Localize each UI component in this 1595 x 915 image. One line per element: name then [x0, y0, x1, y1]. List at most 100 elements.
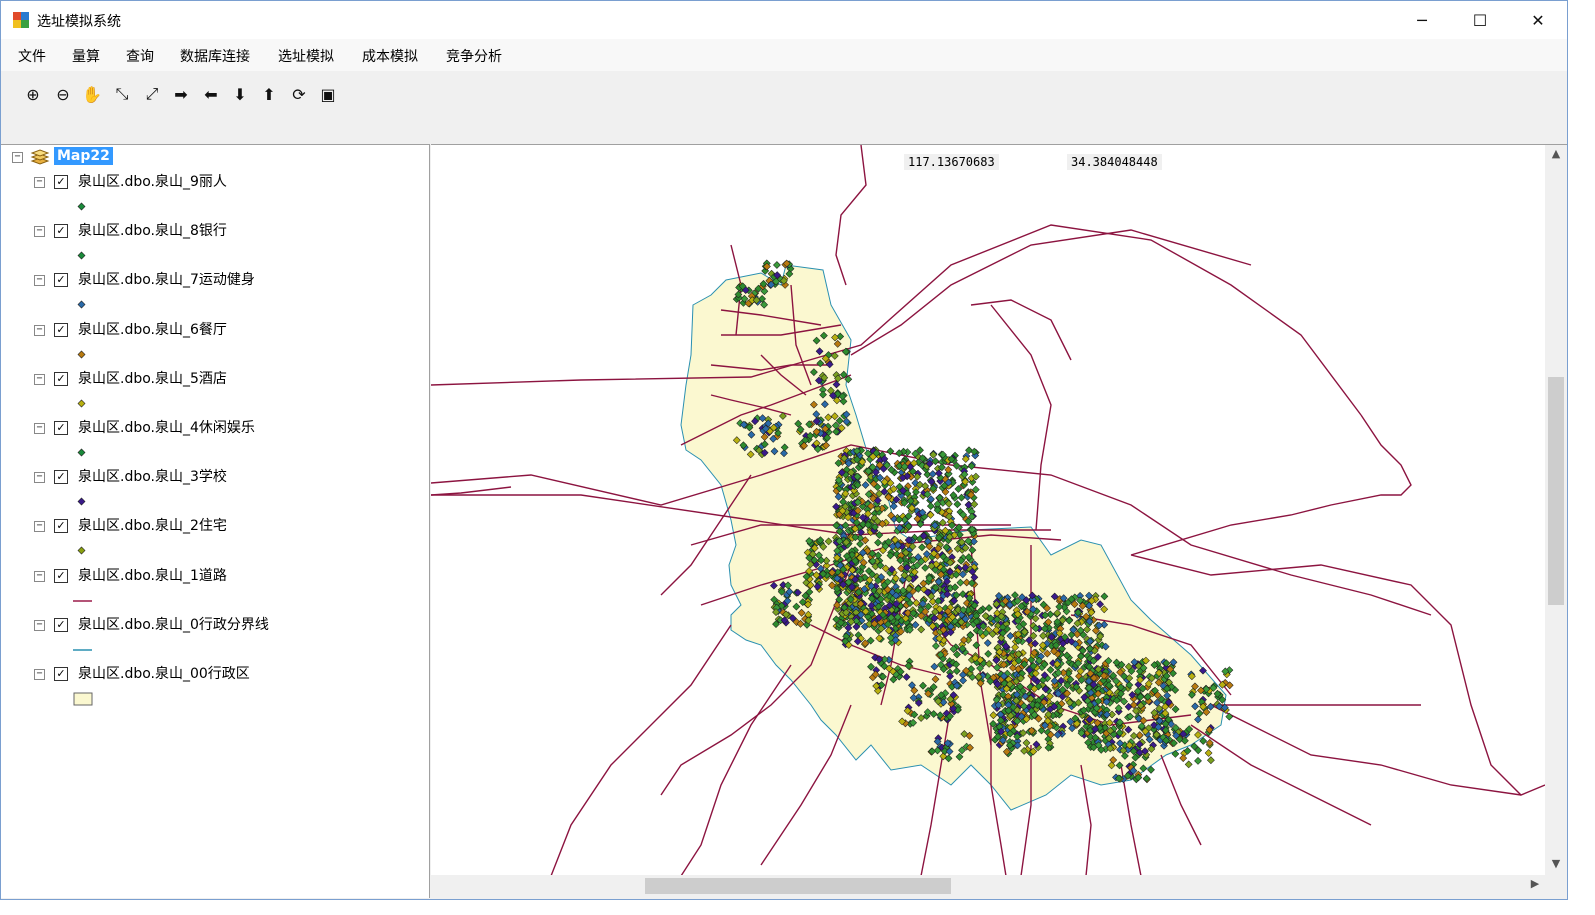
menu-measure[interactable]: 量算: [72, 46, 100, 66]
maximize-icon: ☐: [1472, 10, 1488, 30]
layer-collapse-toggle[interactable]: −: [34, 669, 45, 680]
layer-collapse-toggle[interactable]: −: [34, 275, 45, 287]
map-canvas[interactable]: [431, 145, 1545, 876]
fixed-zoom-out-button[interactable]: ⤢: [141, 83, 163, 105]
layer-symbol-swatch: [77, 448, 86, 457]
poi-marker: [1179, 754, 1188, 762]
pan-left-button[interactable]: ⬅: [200, 83, 222, 105]
layer-visibility-checkbox[interactable]: ✓: [54, 568, 68, 583]
layer-visibility-checkbox[interactable]: ✓: [54, 667, 68, 681]
poi-marker: [889, 502, 898, 511]
pan-right-button[interactable]: ➡: [170, 83, 192, 105]
layer-symbol-swatch: [77, 350, 86, 359]
zoom-out-icon: ⊖: [56, 84, 70, 104]
pan-right-icon: ➡: [174, 84, 188, 104]
minimize-button[interactable]: ─: [1393, 1, 1451, 39]
horizontal-scroll-thumb[interactable]: [645, 878, 951, 894]
layer-label[interactable]: 泉山区.dbo.泉山_7运动健身: [78, 269, 255, 289]
layer-label[interactable]: 泉山区.dbo.泉山_5酒店: [78, 368, 227, 388]
layer-visibility-checkbox[interactable]: ✓: [54, 273, 68, 288]
layer-label[interactable]: 泉山区.dbo.泉山_3学校: [78, 466, 227, 486]
layer-label[interactable]: 泉山区.dbo.泉山_6餐厅: [78, 319, 227, 339]
layer-collapse-toggle[interactable]: −: [34, 423, 45, 434]
full-extent-button[interactable]: ▣: [317, 83, 339, 105]
layer-visibility-checkbox[interactable]: ✓: [54, 421, 68, 435]
layer-symbol-swatch: [77, 300, 86, 309]
layer-visibility-checkbox[interactable]: ✓: [54, 175, 68, 189]
poi-marker: [970, 500, 979, 509]
refresh-button[interactable]: ⟳: [288, 83, 310, 105]
layer-visibility-checkbox[interactable]: ✓: [54, 519, 68, 534]
layer-collapse-toggle[interactable]: −: [34, 619, 45, 631]
layer-collapse-toggle[interactable]: −: [34, 324, 45, 336]
layer-label[interactable]: 泉山区.dbo.泉山_0行政分界线: [78, 614, 269, 634]
maximize-button[interactable]: ☐: [1451, 1, 1509, 39]
close-icon: ✕: [1531, 10, 1545, 30]
poi-marker: [1225, 712, 1234, 721]
minimize-icon: ─: [1417, 10, 1427, 30]
layer-symbol-swatch: [77, 251, 86, 260]
layer-symbol-swatch: [77, 202, 86, 211]
layer-label[interactable]: 泉山区.dbo.泉山_4休闲娱乐: [78, 417, 255, 437]
map-view[interactable]: [431, 144, 1545, 876]
map-root-label[interactable]: Map22: [54, 147, 113, 165]
scroll-up-icon[interactable]: ▲: [1545, 147, 1567, 163]
menu-database-connect[interactable]: 数据库连接: [180, 46, 250, 66]
menu-file[interactable]: 文件: [18, 46, 46, 66]
layer-collapse-toggle[interactable]: −: [34, 570, 45, 582]
pan-hand-button[interactable]: ✋: [81, 83, 103, 105]
layers-icon: [30, 149, 50, 165]
layer-visibility-checkbox[interactable]: ✓: [54, 470, 68, 485]
layer-collapse-toggle[interactable]: −: [34, 521, 45, 533]
scroll-right-icon[interactable]: ▶: [1527, 877, 1543, 895]
layer-collapse-toggle[interactable]: −: [34, 177, 45, 188]
layer-visibility-checkbox[interactable]: ✓: [54, 617, 68, 632]
layer-label[interactable]: 泉山区.dbo.泉山_9丽人: [78, 171, 227, 191]
close-button[interactable]: ✕: [1509, 1, 1567, 39]
pan-up-button[interactable]: ⬆: [258, 83, 280, 105]
fixed-zoom-in-icon: ⤡: [115, 84, 129, 103]
poi-marker: [926, 502, 935, 510]
map-toolbar: ⊕ ⊖ ✋ ⤡ ⤢ ➡ ⬅ ⬇ ⬆ ⟳ ▣: [1, 73, 1567, 117]
menu-site-simulation[interactable]: 选址模拟: [278, 46, 334, 66]
vertical-scrollbar[interactable]: ▲ ▼: [1545, 144, 1567, 876]
pan-up-icon: ⬆: [262, 84, 276, 104]
menu-bar: 文件 量算 查询 数据库连接 选址模拟 成本模拟 竞争分析: [1, 39, 1567, 71]
layer-label[interactable]: 泉山区.dbo.泉山_1道路: [78, 565, 227, 585]
poi-marker: [773, 261, 781, 269]
layer-collapse-toggle[interactable]: −: [34, 226, 45, 238]
layer-label[interactable]: 泉山区.dbo.泉山_2住宅: [78, 515, 227, 535]
layer-label[interactable]: 泉山区.dbo.泉山_8银行: [78, 220, 227, 240]
resize-grip-icon[interactable]: [1545, 875, 1567, 897]
vertical-scroll-thumb[interactable]: [1548, 377, 1564, 605]
app-window: 选址模拟系统 ─ ☐ ✕ 文件 量算 查询 数据库连接 选址模拟 成本模拟 竞争…: [0, 0, 1568, 900]
poi-marker: [928, 470, 937, 478]
poi-marker: [953, 500, 962, 509]
zoom-in-button[interactable]: ⊕: [22, 83, 44, 105]
root-collapse-toggle[interactable]: −: [12, 152, 23, 163]
layer-collapse-toggle[interactable]: −: [34, 373, 45, 385]
layer-symbol-swatch: [73, 692, 93, 706]
fixed-zoom-in-button[interactable]: ⤡: [111, 83, 133, 105]
scroll-down-icon[interactable]: ▼: [1545, 857, 1567, 873]
pan-down-button[interactable]: ⬇: [229, 83, 251, 105]
title-bar: 选址模拟系统 ─ ☐ ✕: [1, 1, 1567, 39]
menu-cost-simulation[interactable]: 成本模拟: [362, 46, 418, 66]
layer-symbol-swatch: [73, 649, 92, 651]
poi-marker: [1207, 756, 1215, 765]
layer-symbol-swatch: [77, 497, 86, 506]
layer-visibility-checkbox[interactable]: ✓: [54, 371, 68, 386]
horizontal-scrollbar[interactable]: ▶: [431, 875, 1545, 897]
layer-visibility-checkbox[interactable]: ✓: [54, 224, 68, 239]
menu-competition-analysis[interactable]: 竞争分析: [446, 46, 502, 66]
layer-collapse-toggle[interactable]: −: [34, 472, 45, 484]
layer-visibility-checkbox[interactable]: ✓: [54, 322, 68, 337]
app-icon: [13, 12, 29, 28]
latitude-readout: 34.384048448: [1067, 154, 1162, 170]
poi-marker: [1204, 749, 1213, 757]
layer-label[interactable]: 泉山区.dbo.泉山_00行政区: [78, 663, 250, 683]
menu-query[interactable]: 查询: [126, 46, 154, 66]
full-extent-icon: ▣: [320, 84, 336, 104]
refresh-icon: ⟳: [292, 84, 306, 104]
zoom-out-button[interactable]: ⊖: [52, 83, 74, 105]
